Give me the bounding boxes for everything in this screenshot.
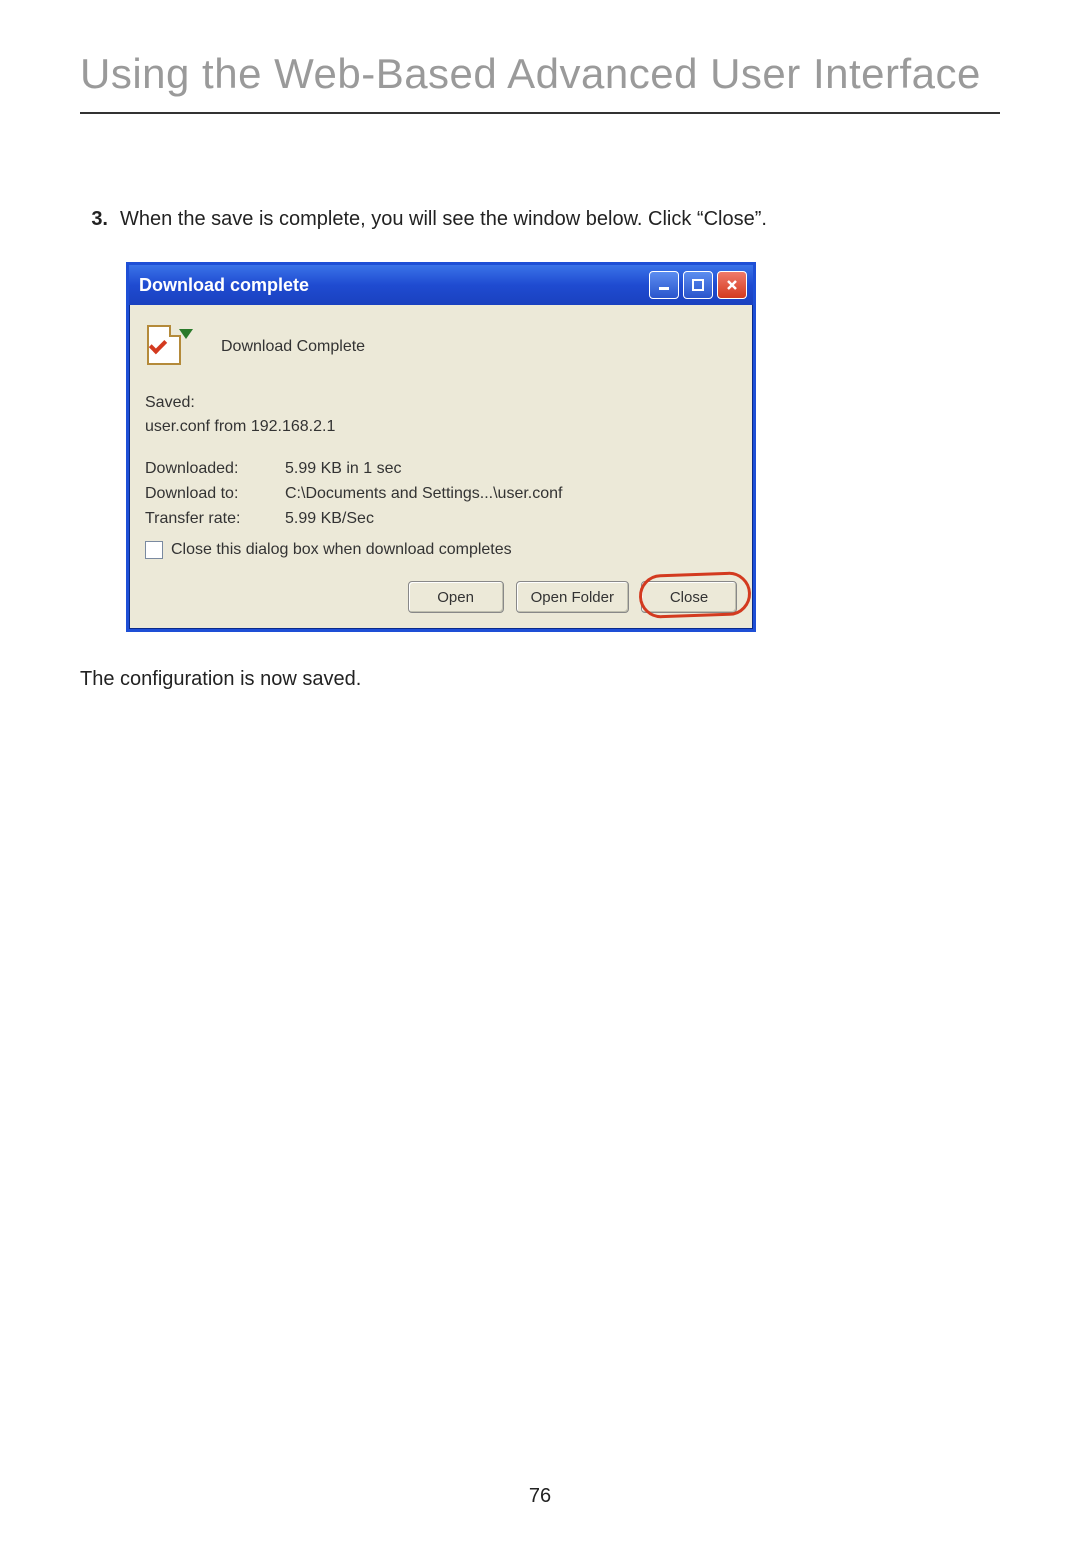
page-title: Using the Web-Based Advanced User Interf… <box>80 50 1000 114</box>
transfer-rate-label: Transfer rate: <box>145 507 285 532</box>
manual-page: Using the Web-Based Advanced User Interf… <box>0 0 1080 1542</box>
auto-close-label: Close this dialog box when download comp… <box>171 541 512 559</box>
downloaded-value: 5.99 KB in 1 sec <box>285 457 402 482</box>
download-to-value: C:\Documents and Settings...\user.conf <box>285 482 562 507</box>
step-3: 3. When the save is complete, you will s… <box>80 204 1000 234</box>
download-complete-dialog: Download complete <box>126 262 756 632</box>
step-text: When the save is complete, you will see … <box>120 204 1000 234</box>
close-button[interactable]: Close <box>641 581 737 613</box>
saved-file: user.conf from 192.168.2.1 <box>145 415 737 439</box>
dialog-title: Download complete <box>139 275 645 296</box>
auto-close-checkbox[interactable] <box>145 541 163 559</box>
saved-label: Saved: <box>145 391 737 415</box>
maximize-icon[interactable] <box>683 271 713 299</box>
dialog-header-text: Download Complete <box>221 338 365 356</box>
minimize-icon[interactable] <box>649 271 679 299</box>
close-icon[interactable] <box>717 271 747 299</box>
page-number: 76 <box>0 1485 1080 1508</box>
window-controls <box>649 271 747 299</box>
dialog-body: Download Complete Saved: user.conf from … <box>129 305 753 629</box>
titlebar: Download complete <box>129 265 753 305</box>
open-button[interactable]: Open <box>408 581 504 613</box>
open-folder-button[interactable]: Open Folder <box>516 581 629 613</box>
transfer-rate-value: 5.99 KB/Sec <box>285 507 374 532</box>
downloaded-label: Downloaded: <box>145 457 285 482</box>
dialog-screenshot: Download complete <box>126 262 1000 632</box>
step-number: 3. <box>80 204 108 234</box>
download-complete-icon <box>145 323 193 371</box>
download-to-label: Download to: <box>145 482 285 507</box>
post-text: The configuration is now saved. <box>80 668 1000 691</box>
